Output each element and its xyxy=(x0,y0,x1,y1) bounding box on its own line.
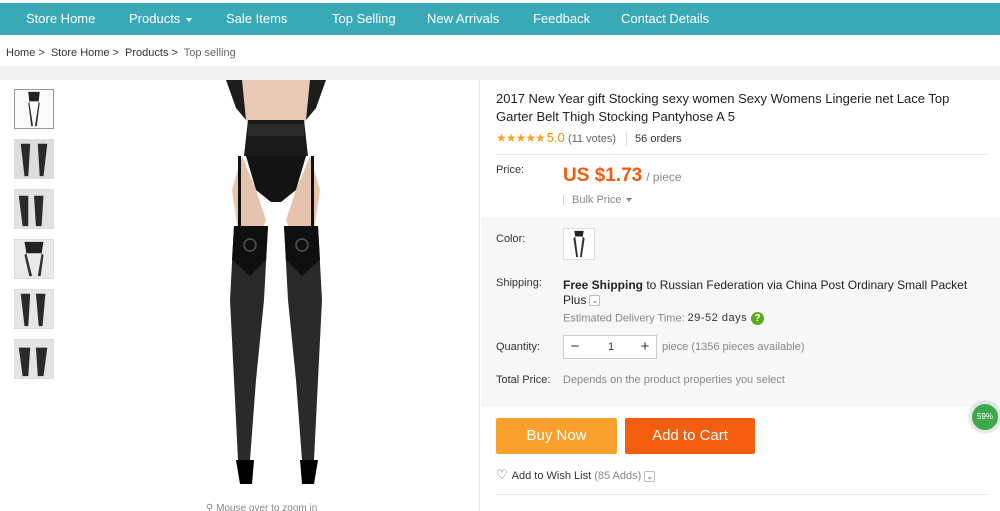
progress-widget[interactable]: 59% xyxy=(970,402,1000,432)
decrease-quantity-button[interactable]: − xyxy=(564,336,586,358)
search-icon: ⚲ xyxy=(206,503,217,511)
breadcrumb-store-home[interactable]: Store Home xyxy=(51,47,110,59)
increase-quantity-button[interactable]: + xyxy=(634,336,656,358)
rating-row: ★★★★★ 5.0 (11 votes) 56 orders xyxy=(496,130,682,147)
add-to-cart-button[interactable]: Add to Cart xyxy=(625,418,755,454)
zoom-hint: ⚲ Mouse over to zoom in xyxy=(206,503,317,511)
section-divider-band xyxy=(0,66,1000,80)
breadcrumb-top-selling: Top selling xyxy=(183,47,236,59)
nav-products[interactable]: Products xyxy=(129,3,193,35)
color-swatch[interactable] xyxy=(563,228,595,260)
divider xyxy=(626,132,628,147)
product-title: 2017 New Year gift Stocking sexy women S… xyxy=(496,91,950,124)
divider xyxy=(496,154,988,155)
product-detail-panel: 2017 New Year gift Stocking sexy women S… xyxy=(481,80,1000,511)
color-swatch-image xyxy=(564,229,594,259)
nav-new-arrivals[interactable]: New Arrivals xyxy=(427,3,499,35)
price-amount: US $1.73 xyxy=(563,165,643,186)
price: US $1.73/ piece xyxy=(563,165,682,187)
thumbnail-5[interactable] xyxy=(14,289,54,329)
breadcrumb-separator: > xyxy=(38,47,45,59)
nav-label: Contact Details xyxy=(621,11,710,26)
delivery-label: Estimated Delivery Time: xyxy=(563,312,685,325)
breadcrumb: Home > Store Home > Products > Top selling xyxy=(6,47,239,59)
caret-down-icon xyxy=(186,17,193,22)
bulk-price-toggle[interactable]: Bulk Price xyxy=(563,194,632,206)
breadcrumb-separator: > xyxy=(171,47,178,59)
thumbnail-3[interactable] xyxy=(14,189,54,229)
product-photo xyxy=(186,80,366,490)
product-thumbnail-image xyxy=(15,290,53,328)
divider xyxy=(563,195,564,206)
shipping-label: Shipping: xyxy=(496,277,542,289)
product-thumbnail-image xyxy=(15,190,53,228)
wish-list-count: (85 Adds) xyxy=(594,470,642,482)
breadcrumb-separator: > xyxy=(112,47,119,59)
price-label: Price: xyxy=(496,164,525,176)
stock-available: piece (1356 pieces available) xyxy=(662,341,805,353)
bulk-price-label: Bulk Price xyxy=(572,194,622,206)
product-thumbnail-image xyxy=(15,340,53,378)
nav-label: Sale Items xyxy=(226,11,288,26)
nav-label: Top Selling xyxy=(332,11,396,26)
nav-label: Products xyxy=(129,11,181,26)
nav-top-selling[interactable]: Top Selling xyxy=(332,3,396,35)
wish-list-label: Add to Wish List xyxy=(511,470,592,482)
breadcrumb-products[interactable]: Products xyxy=(125,47,168,59)
wish-list-link[interactable]: ♡ Add to Wish List (85 Adds) ⌄ xyxy=(496,467,656,483)
product-main-image[interactable] xyxy=(186,80,366,490)
quantity-stepper: − 1 + xyxy=(563,335,657,359)
product-thumbnail-image xyxy=(15,140,53,178)
chevron-down-icon[interactable]: ⌄ xyxy=(644,470,656,482)
thumbnail-list xyxy=(14,89,56,389)
nav-sale-items[interactable]: Sale Items xyxy=(226,3,287,35)
thumbnail-6[interactable] xyxy=(14,339,54,379)
shipping-info: Free Shipping to Russian Federation via … xyxy=(563,278,983,308)
store-nav-bar: Store Home Products Sale Items Top Selli… xyxy=(0,3,1000,35)
quantity-input[interactable]: 1 xyxy=(586,336,636,358)
delivery-days: 29-52 days xyxy=(687,312,748,325)
free-shipping: Free Shipping xyxy=(563,278,644,292)
product-thumbnail-image xyxy=(15,90,53,128)
total-price-note: Depends on the product properties you se… xyxy=(563,374,785,386)
nav-label: Store Home xyxy=(26,11,96,26)
product-gallery: ⚲ Mouse over to zoom in xyxy=(6,80,480,511)
nav-label: Feedback xyxy=(533,11,591,26)
heart-icon: ♡ xyxy=(496,467,508,482)
caret-down-icon xyxy=(625,198,632,203)
question-icon[interactable]: ? xyxy=(751,312,765,325)
breadcrumb-home[interactable]: Home xyxy=(6,47,35,59)
price-unit: / piece xyxy=(646,170,682,184)
chevron-down-icon[interactable]: ⌄ xyxy=(589,295,601,307)
thumbnail-1[interactable] xyxy=(14,89,54,129)
color-label: Color: xyxy=(496,233,526,245)
nav-feedback[interactable]: Feedback xyxy=(533,3,590,35)
thumbnail-4[interactable] xyxy=(14,239,54,279)
nav-label: New Arrivals xyxy=(427,11,500,26)
product-thumbnail-image xyxy=(15,240,53,278)
nav-contact-details[interactable]: Contact Details xyxy=(621,3,709,35)
rating-votes[interactable]: (11 votes) xyxy=(568,133,616,145)
delivery-estimate: Estimated Delivery Time: 29-52 days? xyxy=(563,312,765,325)
zoom-hint-text: Mouse over to zoom in xyxy=(216,503,318,511)
rating-score: 5.0 xyxy=(546,130,565,145)
total-price-label: Total Price: xyxy=(496,374,551,386)
buy-now-button[interactable]: Buy Now xyxy=(496,418,617,454)
nav-store-home[interactable]: Store Home xyxy=(26,3,95,35)
thumbnail-2[interactable] xyxy=(14,139,54,179)
star-icon: ★★★★★ xyxy=(496,131,546,145)
order-count: 56 orders xyxy=(635,133,682,145)
quantity-label: Quantity: xyxy=(496,341,541,353)
divider xyxy=(496,494,988,495)
